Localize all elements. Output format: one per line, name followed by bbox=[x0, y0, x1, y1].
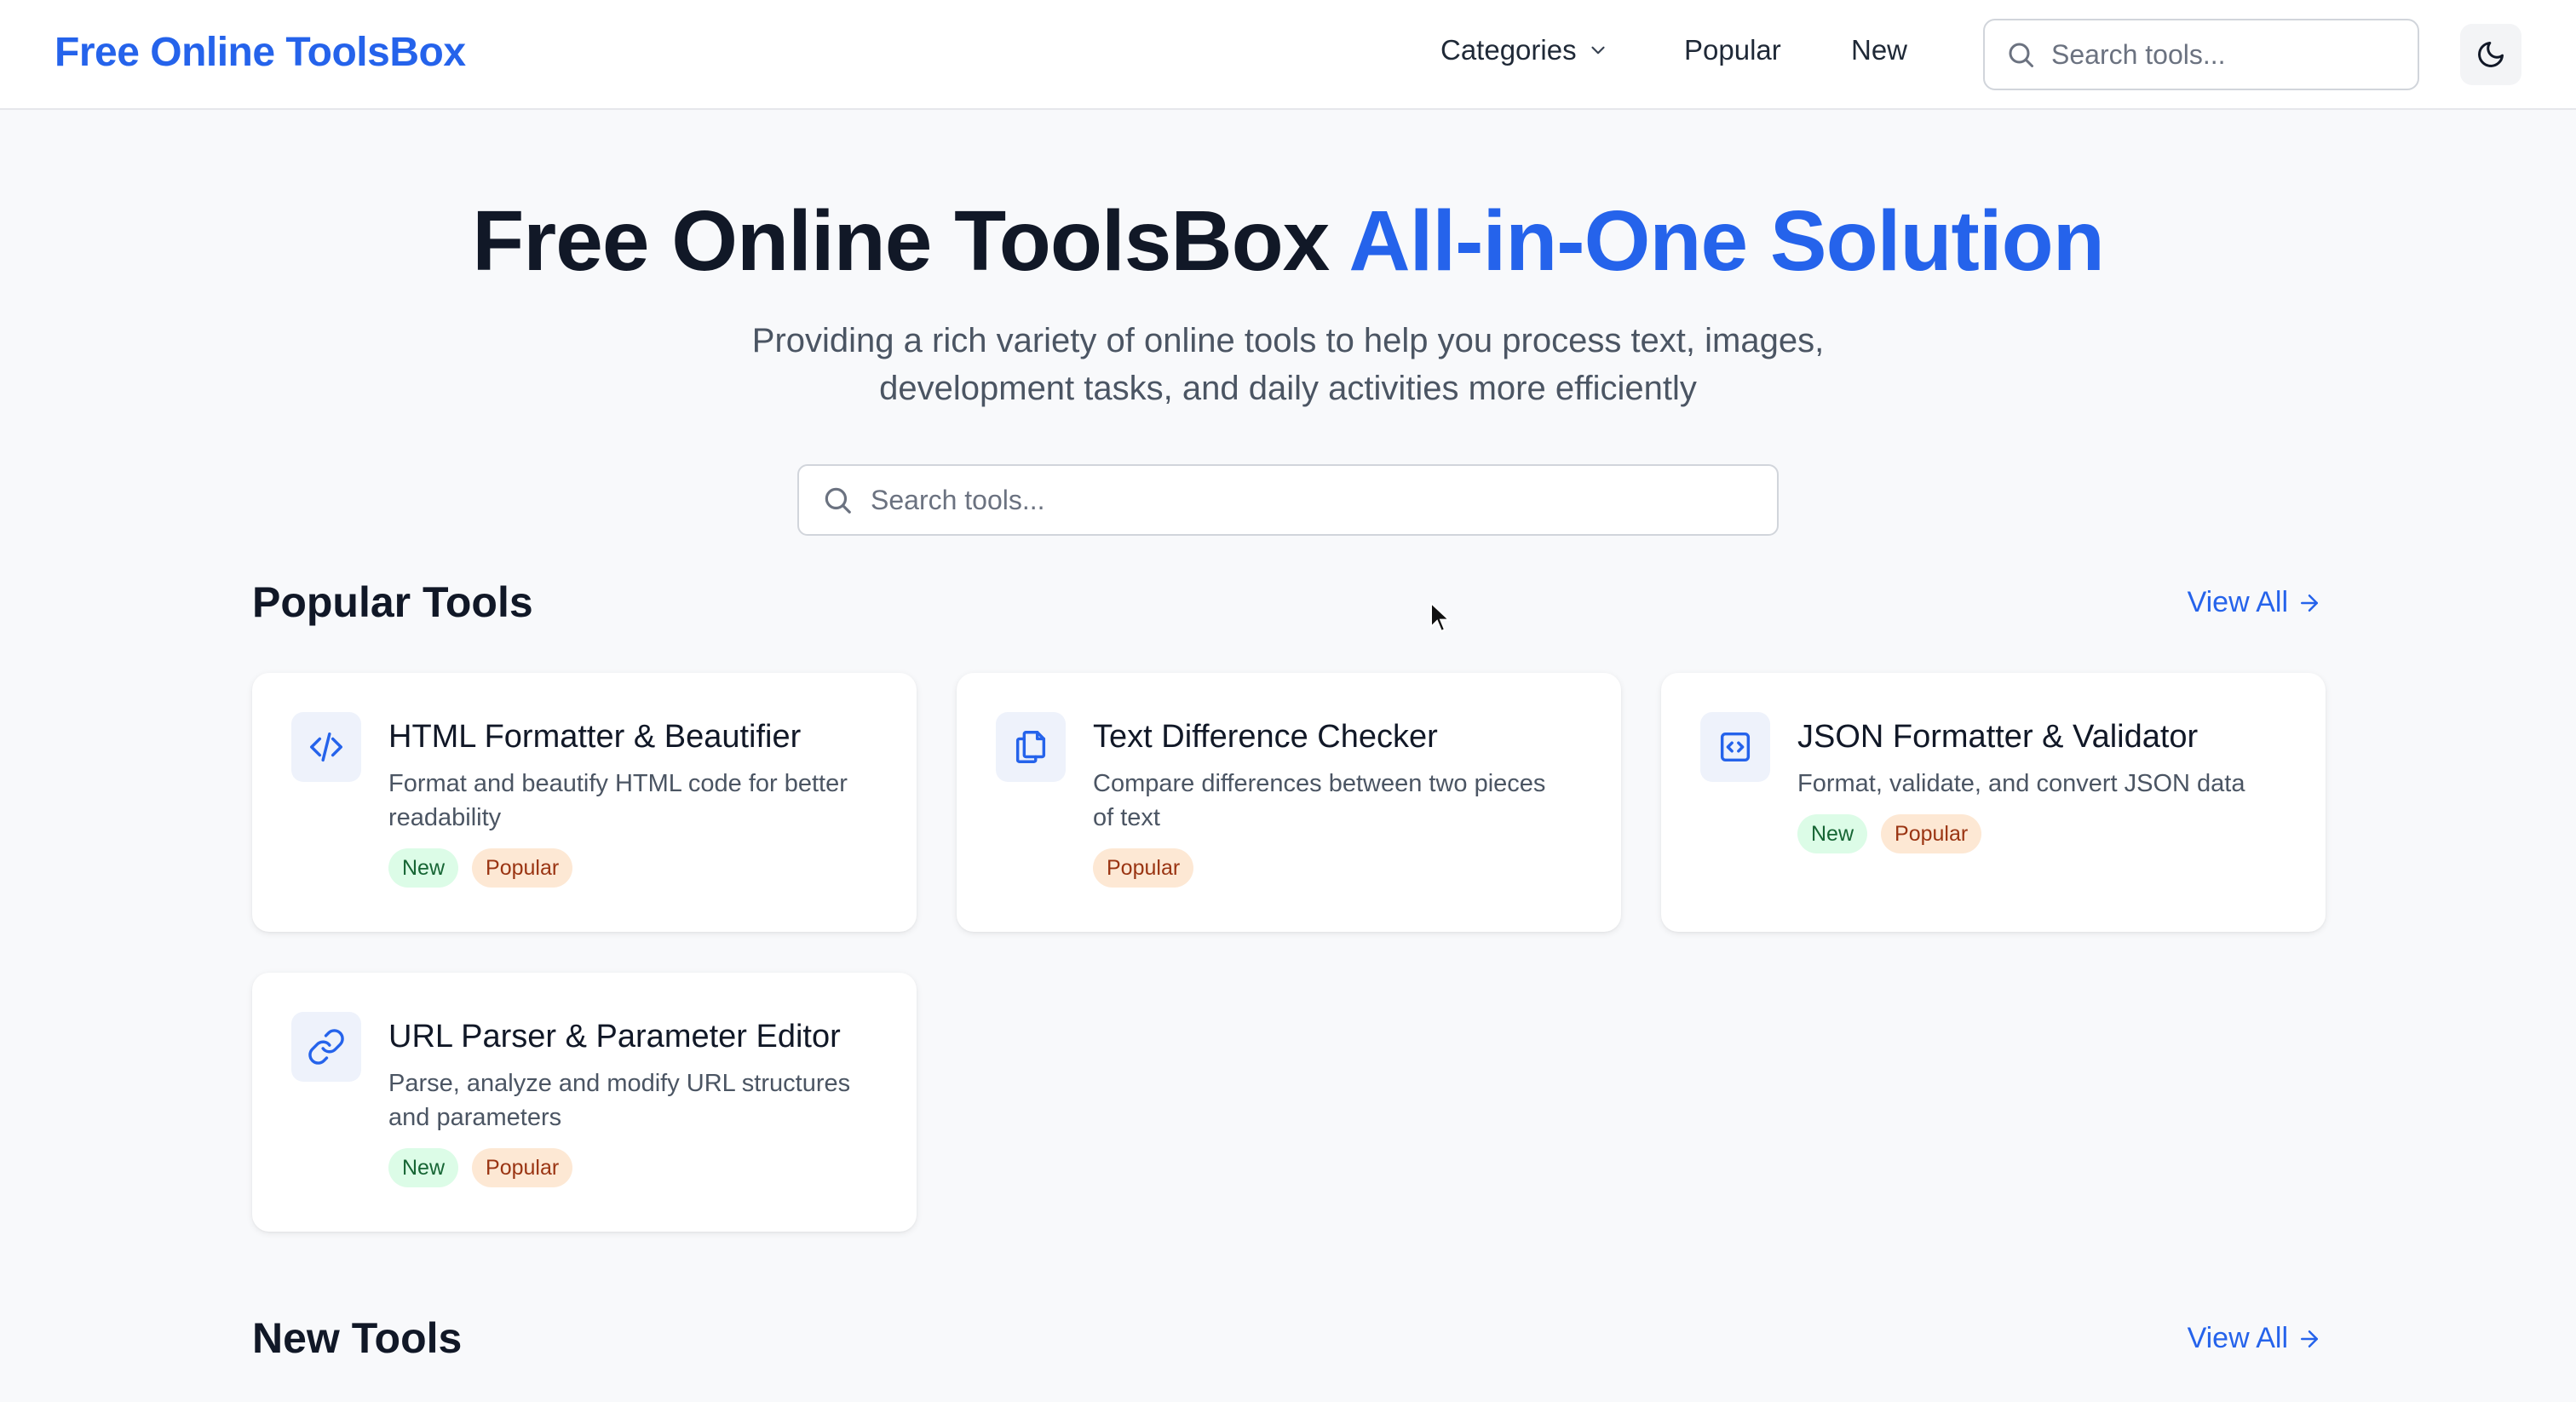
search-icon bbox=[825, 487, 851, 514]
tool-card-text-diff[interactable]: Text Difference Checker Compare differen… bbox=[957, 673, 1621, 932]
new-tools-heading: New Tools bbox=[252, 1314, 463, 1362]
popular-badge: Popular bbox=[1881, 814, 1982, 853]
tool-card-tags: New Popular bbox=[1797, 814, 1982, 853]
popular-tools-heading: Popular Tools bbox=[252, 578, 533, 626]
nav-new[interactable]: New bbox=[1851, 34, 1907, 66]
brand-logo[interactable]: Free Online ToolsBox bbox=[55, 29, 466, 76]
hero-subtitle-line2: development tasks, and daily activities … bbox=[879, 370, 1697, 407]
tool-card-description-line: readability bbox=[388, 804, 502, 831]
tool-card-tags: Popular bbox=[1093, 848, 1194, 888]
tool-card-tags: New Popular bbox=[388, 1148, 573, 1187]
popular-badge: Popular bbox=[472, 848, 573, 888]
new-badge: New bbox=[1797, 814, 1868, 853]
popular-badge: Popular bbox=[472, 1148, 573, 1187]
tool-card-title: Text Difference Checker bbox=[1093, 719, 1438, 755]
tool-card-title: URL Parser & Parameter Editor bbox=[388, 1019, 841, 1054]
tool-card-description: Parse, analyze and modify URL structures… bbox=[388, 1066, 891, 1135]
nav-popular[interactable]: Popular bbox=[1684, 34, 1781, 66]
copy-icon bbox=[996, 712, 1066, 782]
hero-title-accent: All-in-One Solution bbox=[1348, 193, 2104, 289]
hero-title-main: Free Online ToolsBox bbox=[472, 193, 1349, 289]
tool-card-title: HTML Formatter & Beautifier bbox=[388, 719, 802, 755]
search-icon bbox=[2009, 43, 2033, 67]
header-search-input[interactable] bbox=[2051, 38, 2392, 71]
tool-card-title: JSON Formatter & Validator bbox=[1797, 719, 2199, 755]
hero-subtitle: Providing a rich variety of online tools… bbox=[649, 317, 1927, 412]
tool-card-description: Format, validate, and convert JSON data bbox=[1797, 767, 2300, 801]
mouse-cursor-icon bbox=[1430, 601, 1452, 633]
popular-badge: Popular bbox=[1093, 848, 1194, 888]
link-icon bbox=[291, 1012, 361, 1082]
tool-card-description: Format and beautify HTML code for better… bbox=[388, 767, 891, 835]
arrow-right-icon bbox=[2301, 594, 2318, 612]
tool-card-description-line: Compare differences between two pieces bbox=[1093, 770, 1546, 797]
new-badge: New bbox=[388, 1148, 459, 1187]
header-search-box[interactable] bbox=[1983, 19, 2419, 90]
popular-view-all-link[interactable]: View All bbox=[2188, 586, 2322, 619]
code-square-icon bbox=[1700, 712, 1770, 782]
tool-card-json-formatter[interactable]: JSON Formatter & Validator Format, valid… bbox=[1661, 673, 2326, 932]
theme-toggle-button[interactable] bbox=[2460, 24, 2521, 85]
view-all-label: View All bbox=[2187, 1322, 2288, 1354]
chevron-down-icon bbox=[1591, 46, 1605, 55]
tool-card-description-line: Format and beautify HTML code for better bbox=[388, 770, 848, 797]
tool-card-description-line: and parameters bbox=[388, 1104, 562, 1131]
hero-subtitle-line1: Providing a rich variety of online tools… bbox=[751, 322, 1825, 359]
site-header: Free Online ToolsBox Categories Popular … bbox=[0, 0, 2576, 110]
tool-card-description: Compare differences between two pieces o… bbox=[1093, 767, 1596, 835]
tool-card-description-line: of text bbox=[1093, 804, 1160, 831]
tool-card-description-line: Format, validate, and convert JSON data bbox=[1797, 770, 2245, 797]
nav-categories-label: Categories bbox=[1440, 34, 1577, 66]
tool-card-tags: New Popular bbox=[388, 848, 573, 888]
view-all-label: View All bbox=[2187, 586, 2288, 618]
hero-search-input[interactable] bbox=[871, 484, 1722, 516]
code-icon bbox=[291, 712, 361, 782]
tool-card-description-line: Parse, analyze and modify URL structures bbox=[388, 1070, 851, 1097]
hero-search-box[interactable] bbox=[797, 464, 1779, 536]
nav-categories[interactable]: Categories bbox=[1440, 34, 1609, 66]
arrow-right-icon bbox=[2301, 1330, 2318, 1347]
new-view-all-link[interactable]: View All bbox=[2188, 1322, 2322, 1355]
tool-card-html-formatter[interactable]: HTML Formatter & Beautifier Format and b… bbox=[252, 673, 917, 932]
moon-icon bbox=[2478, 42, 2504, 67]
hero-title: Free Online ToolsBox All-in-One Solution bbox=[0, 192, 2576, 290]
tool-card-url-parser[interactable]: URL Parser & Parameter Editor Parse, ana… bbox=[252, 973, 917, 1232]
new-badge: New bbox=[388, 848, 459, 888]
